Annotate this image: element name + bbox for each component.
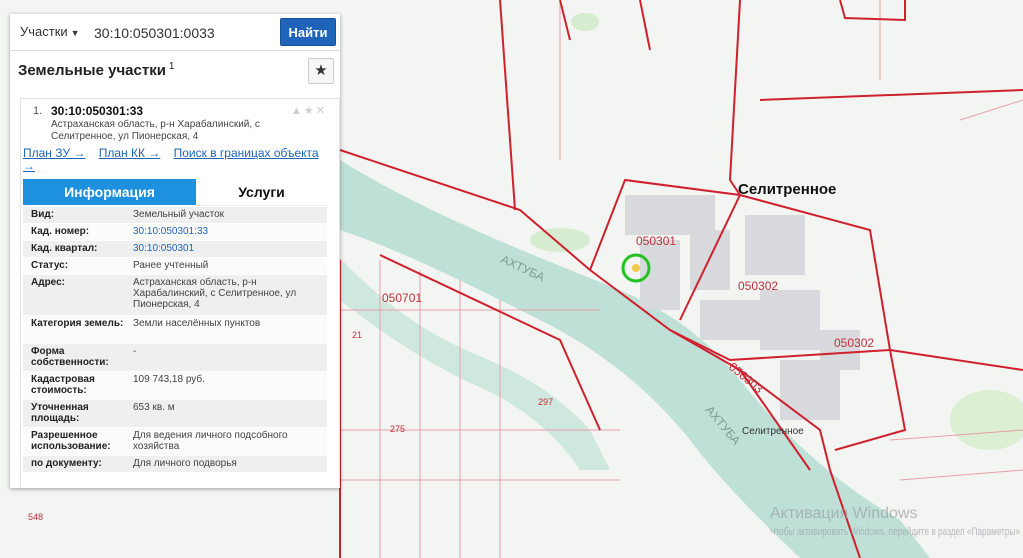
results-count: 1 bbox=[168, 61, 175, 72]
info-value: 653 кв. м bbox=[133, 402, 175, 413]
results-title-text: Земельные участки bbox=[18, 62, 166, 79]
search-bar: Участки▼ Найти bbox=[10, 14, 340, 51]
quarter-label: 050701 bbox=[382, 291, 422, 305]
chevron-down-icon: ▼ bbox=[70, 28, 80, 38]
result-address: Астраханская область, р-н Харабалинский,… bbox=[51, 119, 260, 142]
info-value: Для ведения личного подсобного хозяйства bbox=[133, 430, 288, 452]
village-label: Селитренное bbox=[738, 181, 836, 198]
island bbox=[530, 228, 590, 252]
info-row: Категория земель: Земли населённых пункто… bbox=[23, 316, 327, 344]
result-links: План ЗУ → План КК → Поиск в границах объ… bbox=[23, 147, 323, 173]
results-header: Земельные участки 1 ★ bbox=[10, 58, 340, 96]
result-action-icons[interactable]: ▲★✕ bbox=[291, 104, 327, 117]
search-type-label: Участки bbox=[20, 24, 68, 39]
quarter-label: 050302 bbox=[738, 279, 778, 293]
island bbox=[571, 13, 599, 31]
result-index: 1. bbox=[33, 105, 43, 117]
info-key: Кадастровая стоимость: bbox=[31, 374, 95, 396]
info-key: Уточненная площадь: bbox=[31, 402, 89, 424]
find-button[interactable]: Найти bbox=[280, 18, 336, 46]
info-row: Статус: Ранее учтенный bbox=[23, 258, 327, 275]
search-panel: Участки▼ Найти Земельные участки1 ★ 1. 3… bbox=[10, 14, 340, 488]
windows-watermark-title: Активация Windows bbox=[770, 505, 917, 522]
favorite-star-icon[interactable]: ★ bbox=[308, 58, 334, 84]
info-row: Уточненная площадь: 653 кв. м bbox=[23, 400, 327, 428]
info-key: Кад. номер: bbox=[31, 226, 90, 237]
windows-watermark-subtitle: Чтобы активировать Windows, перейдите в … bbox=[770, 526, 1020, 538]
info-row: Кад. номер: 30:10:050301:33 bbox=[23, 224, 327, 241]
info-row: Форма собственности: - bbox=[23, 344, 327, 372]
info-key: Адрес: bbox=[31, 277, 65, 288]
info-value: Астраханская область, р-н Харабалинский,… bbox=[133, 277, 297, 310]
info-key: Статус: bbox=[31, 260, 69, 271]
parcel-number: 275 bbox=[390, 424, 405, 434]
parcel-number: 548 bbox=[28, 512, 43, 522]
parcel-number: 297 bbox=[538, 397, 553, 407]
info-row: Разрешенное использование: Для ведения ли… bbox=[23, 428, 327, 456]
info-key: Форма собственности: bbox=[31, 346, 109, 368]
result-card: 1. 30:10:050301:33 ▲★✕ Астраханская обла… bbox=[20, 98, 340, 487]
search-type-select[interactable]: Участки ▼ bbox=[14, 19, 86, 45]
info-table: Вид: Земельный участок Кад. номер: 30:10:0… bbox=[23, 207, 327, 473]
info-key: по документу: bbox=[31, 458, 102, 469]
info-row: Кадастровая стоимость: 109 743,18 руб. bbox=[23, 372, 327, 400]
info-key: Категория земель: bbox=[31, 318, 124, 329]
info-row: Кад. квартал: 30:10:050301 bbox=[23, 241, 327, 258]
result-cad-number[interactable]: 30:10:050301:33 bbox=[51, 104, 143, 118]
info-key: Вид: bbox=[31, 209, 55, 220]
parcel-number: 21 bbox=[352, 330, 362, 340]
quarter-label: 050301 bbox=[636, 234, 676, 248]
info-row: по документу: Для личного подворья bbox=[23, 456, 327, 473]
tab-services[interactable]: Услуги bbox=[196, 179, 327, 206]
plan-kk-link[interactable]: План КК → bbox=[99, 146, 161, 160]
info-value: 109 743,18 руб. bbox=[133, 374, 205, 385]
info-value: Земли населённых пунктов bbox=[133, 318, 261, 329]
info-row: Вид: Земельный участок bbox=[23, 207, 327, 224]
info-value: Для личного подворья bbox=[133, 458, 237, 469]
plan-zu-link[interactable]: План ЗУ → bbox=[23, 146, 85, 160]
result-tabs: Информация Услуги bbox=[23, 179, 327, 206]
info-value: Ранее учтенный bbox=[133, 260, 209, 271]
results-title: Земельные участки 1 bbox=[18, 61, 174, 79]
quarter-label: 050302 bbox=[834, 336, 874, 350]
info-value: Земельный участок bbox=[133, 209, 225, 220]
selected-parcel-dot bbox=[632, 264, 640, 272]
info-value-link[interactable]: 30:10:050301:33 bbox=[133, 226, 323, 237]
tab-information[interactable]: Информация bbox=[23, 179, 196, 205]
info-row: Адрес: Астраханская область, р-н Харабали… bbox=[23, 275, 327, 316]
search-input[interactable] bbox=[88, 18, 286, 48]
info-key: Кад. квартал: bbox=[31, 243, 98, 254]
info-value-link[interactable]: 30:10:050301 bbox=[133, 243, 323, 254]
info-value: - bbox=[133, 346, 137, 357]
village-label-small: Селитренное bbox=[742, 426, 804, 437]
info-key: Разрешенное использование: bbox=[31, 430, 111, 452]
